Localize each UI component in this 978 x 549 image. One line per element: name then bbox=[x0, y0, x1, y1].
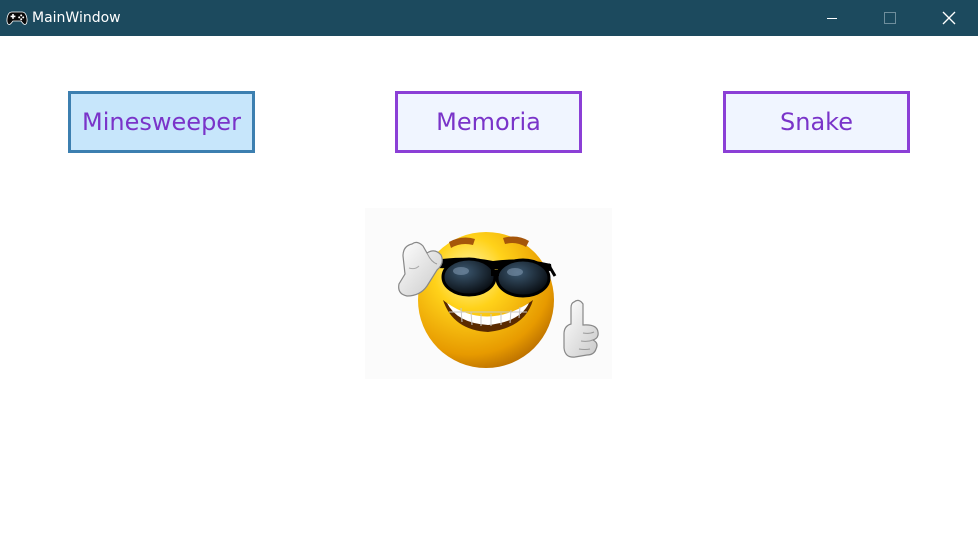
close-icon bbox=[942, 11, 956, 25]
gamepad-icon bbox=[6, 9, 28, 27]
minesweeper-button[interactable]: Minesweeper bbox=[68, 91, 255, 153]
close-button[interactable] bbox=[920, 0, 978, 36]
maximize-button[interactable] bbox=[861, 0, 919, 36]
maximize-icon bbox=[884, 12, 896, 24]
cool-smiley-sunglasses-thumbs-up-icon bbox=[398, 232, 599, 368]
main-window: MainWindow Minesweeper Memoria Snake bbox=[0, 0, 978, 549]
snake-button[interactable]: Snake bbox=[723, 91, 910, 153]
minimize-icon bbox=[826, 12, 838, 24]
smiley-image bbox=[365, 208, 612, 379]
window-title: MainWindow bbox=[32, 10, 121, 26]
title-bar[interactable]: MainWindow bbox=[0, 0, 978, 36]
minimize-button[interactable] bbox=[803, 0, 861, 36]
memoria-button[interactable]: Memoria bbox=[395, 91, 582, 153]
